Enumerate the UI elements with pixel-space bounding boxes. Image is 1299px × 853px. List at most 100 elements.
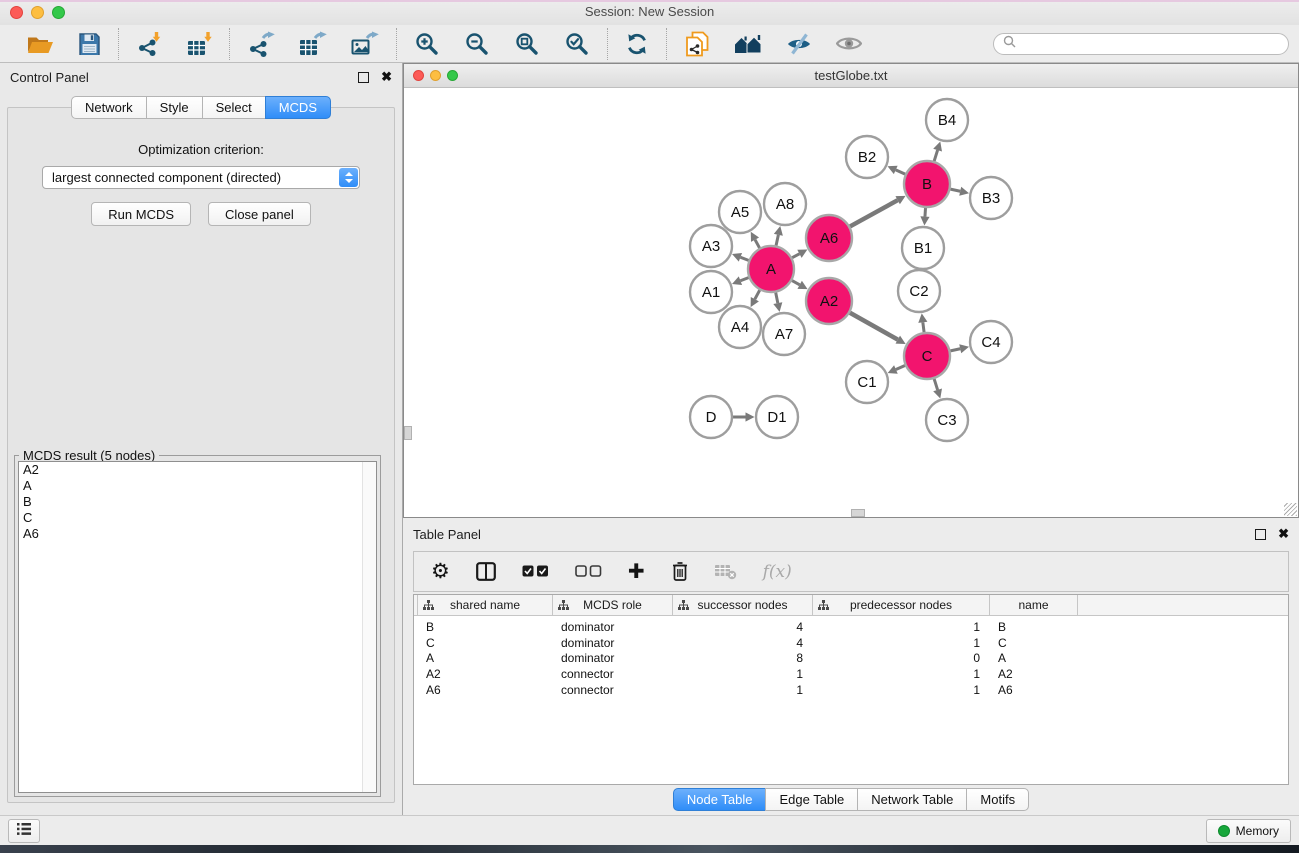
- graph-node-C4[interactable]: C4: [970, 321, 1012, 363]
- mcds-result-item[interactable]: A6: [19, 526, 376, 542]
- graph-edge-A-A5[interactable]: [751, 232, 760, 248]
- table-row[interactable]: Cdominator41C: [414, 635, 1288, 651]
- cell-successor-nodes[interactable]: 4: [673, 636, 813, 650]
- graph-edge-C-C4[interactable]: [950, 344, 969, 353]
- float-table-panel-icon[interactable]: [1255, 529, 1266, 540]
- table-row[interactable]: A2connector11A2: [414, 666, 1288, 682]
- table-row[interactable]: A6connector11A6: [414, 682, 1288, 698]
- save-session-button[interactable]: [78, 32, 101, 55]
- cell-name[interactable]: C: [990, 636, 1078, 650]
- graph-edge-A-A8[interactable]: [774, 226, 783, 246]
- cell-mcds-role[interactable]: dominator: [553, 620, 673, 634]
- close-table-panel-icon[interactable]: ✖: [1278, 529, 1289, 539]
- graph-edge-A-A3[interactable]: [732, 253, 749, 262]
- cell-shared-name[interactable]: C: [418, 636, 553, 650]
- hide-graphics-details-button[interactable]: [786, 32, 812, 56]
- show-graphics-details-button[interactable]: [836, 34, 862, 53]
- delete-column-button[interactable]: [671, 561, 689, 582]
- cell-shared-name[interactable]: A2: [418, 667, 553, 681]
- run-mcds-button[interactable]: Run MCDS: [91, 202, 191, 226]
- cell-predecessor-nodes[interactable]: 1: [813, 667, 990, 681]
- export-table-button[interactable]: [299, 31, 327, 57]
- mcds-result-item[interactable]: C: [19, 510, 376, 526]
- cell-mcds-role[interactable]: connector: [553, 683, 673, 697]
- tab-edge-table[interactable]: Edge Table: [765, 788, 858, 811]
- cell-predecessor-nodes[interactable]: 1: [813, 636, 990, 650]
- graph-node-C3[interactable]: C3: [926, 399, 968, 441]
- graph-node-B1[interactable]: B1: [902, 227, 944, 269]
- graph-node-D[interactable]: D: [690, 396, 732, 438]
- open-folder-button[interactable]: [27, 33, 54, 55]
- cell-mcds-role[interactable]: connector: [553, 667, 673, 681]
- clone-network-button[interactable]: [684, 31, 710, 57]
- graph-node-A7[interactable]: A7: [763, 313, 805, 355]
- cell-successor-nodes[interactable]: 4: [673, 620, 813, 634]
- graph-edge-A-A7[interactable]: [773, 293, 782, 312]
- home-layout-button[interactable]: [734, 32, 762, 55]
- column-header-successor-nodes[interactable]: successor nodes: [673, 595, 813, 615]
- mcds-result-item[interactable]: A: [19, 478, 376, 494]
- refresh-layout-button[interactable]: [625, 32, 649, 56]
- graph-node-A3[interactable]: A3: [690, 225, 732, 267]
- network-canvas[interactable]: B4B2BB3A8A5A6A3B1AA1C2A2A4A7C4CC1DD1C3: [404, 88, 1298, 517]
- graph-node-A8[interactable]: A8: [764, 183, 806, 225]
- cell-mcds-role[interactable]: dominator: [553, 651, 673, 665]
- graph-node-C[interactable]: C: [904, 333, 950, 379]
- memory-button[interactable]: Memory: [1206, 819, 1291, 843]
- graph-node-D1[interactable]: D1: [756, 396, 798, 438]
- graph-edge-C-C1[interactable]: [888, 365, 905, 373]
- tab-network-table[interactable]: Network Table: [857, 788, 967, 811]
- tab-network[interactable]: Network: [71, 96, 147, 119]
- cell-name[interactable]: A: [990, 651, 1078, 665]
- cell-successor-nodes[interactable]: 1: [673, 683, 813, 697]
- mcds-result-item[interactable]: A2: [19, 462, 376, 478]
- table-row[interactable]: Bdominator41B: [414, 619, 1288, 635]
- cell-predecessor-nodes[interactable]: 1: [813, 683, 990, 697]
- graph-node-C1[interactable]: C1: [846, 361, 888, 403]
- cell-predecessor-nodes[interactable]: 0: [813, 651, 990, 665]
- zoom-in-button[interactable]: [414, 31, 440, 57]
- export-network-button[interactable]: [247, 31, 275, 57]
- column-header-name[interactable]: name: [990, 595, 1078, 615]
- graph-node-A6[interactable]: A6: [806, 215, 852, 261]
- optimization-criterion-select[interactable]: largest connected component (directed): [42, 166, 360, 189]
- graph-edge-A-A6[interactable]: [792, 250, 807, 258]
- graph-edge-A-A1[interactable]: [732, 276, 749, 285]
- mcds-result-list[interactable]: A2ABCA6: [18, 461, 377, 793]
- column-layout-button[interactable]: [476, 562, 496, 581]
- graph-edge-A2-C[interactable]: [850, 313, 906, 344]
- zoom-selected-button[interactable]: [564, 31, 590, 57]
- import-table-button[interactable]: [186, 31, 212, 57]
- graph-edge-C-C3[interactable]: [933, 379, 942, 399]
- graph-node-C2[interactable]: C2: [898, 270, 940, 312]
- cell-shared-name[interactable]: A6: [418, 683, 553, 697]
- tab-node-table[interactable]: Node Table: [673, 788, 767, 811]
- graph-node-B4[interactable]: B4: [926, 99, 968, 141]
- tab-style[interactable]: Style: [146, 96, 203, 119]
- search-input[interactable]: [1022, 36, 1279, 52]
- tab-mcds[interactable]: MCDS: [265, 96, 331, 119]
- graph-node-B3[interactable]: B3: [970, 177, 1012, 219]
- zoom-fit-button[interactable]: [514, 31, 540, 57]
- column-header-shared-name[interactable]: shared name: [418, 595, 553, 615]
- graph-edge-B-B3[interactable]: [950, 187, 969, 196]
- export-image-button[interactable]: [351, 31, 379, 57]
- table-row[interactable]: Adominator80A: [414, 651, 1288, 667]
- select-all-checks-button[interactable]: [522, 565, 549, 578]
- cell-name[interactable]: A6: [990, 683, 1078, 697]
- tab-motifs[interactable]: Motifs: [966, 788, 1029, 811]
- search-box[interactable]: [993, 33, 1289, 55]
- graph-node-A[interactable]: A: [748, 246, 794, 292]
- cell-shared-name[interactable]: A: [418, 651, 553, 665]
- graph-edge-A-A2[interactable]: [792, 281, 808, 290]
- graph-node-B[interactable]: B: [904, 161, 950, 207]
- mcds-result-item[interactable]: B: [19, 494, 376, 510]
- add-column-button[interactable]: ✚: [628, 562, 645, 582]
- graph-edge-A-A4[interactable]: [751, 290, 760, 307]
- float-panel-icon[interactable]: [358, 72, 369, 83]
- graph-node-A2[interactable]: A2: [806, 278, 852, 324]
- cell-name[interactable]: B: [990, 620, 1078, 634]
- cell-successor-nodes[interactable]: 8: [673, 651, 813, 665]
- graph-edge-C-C2[interactable]: [918, 313, 927, 332]
- cell-successor-nodes[interactable]: 1: [673, 667, 813, 681]
